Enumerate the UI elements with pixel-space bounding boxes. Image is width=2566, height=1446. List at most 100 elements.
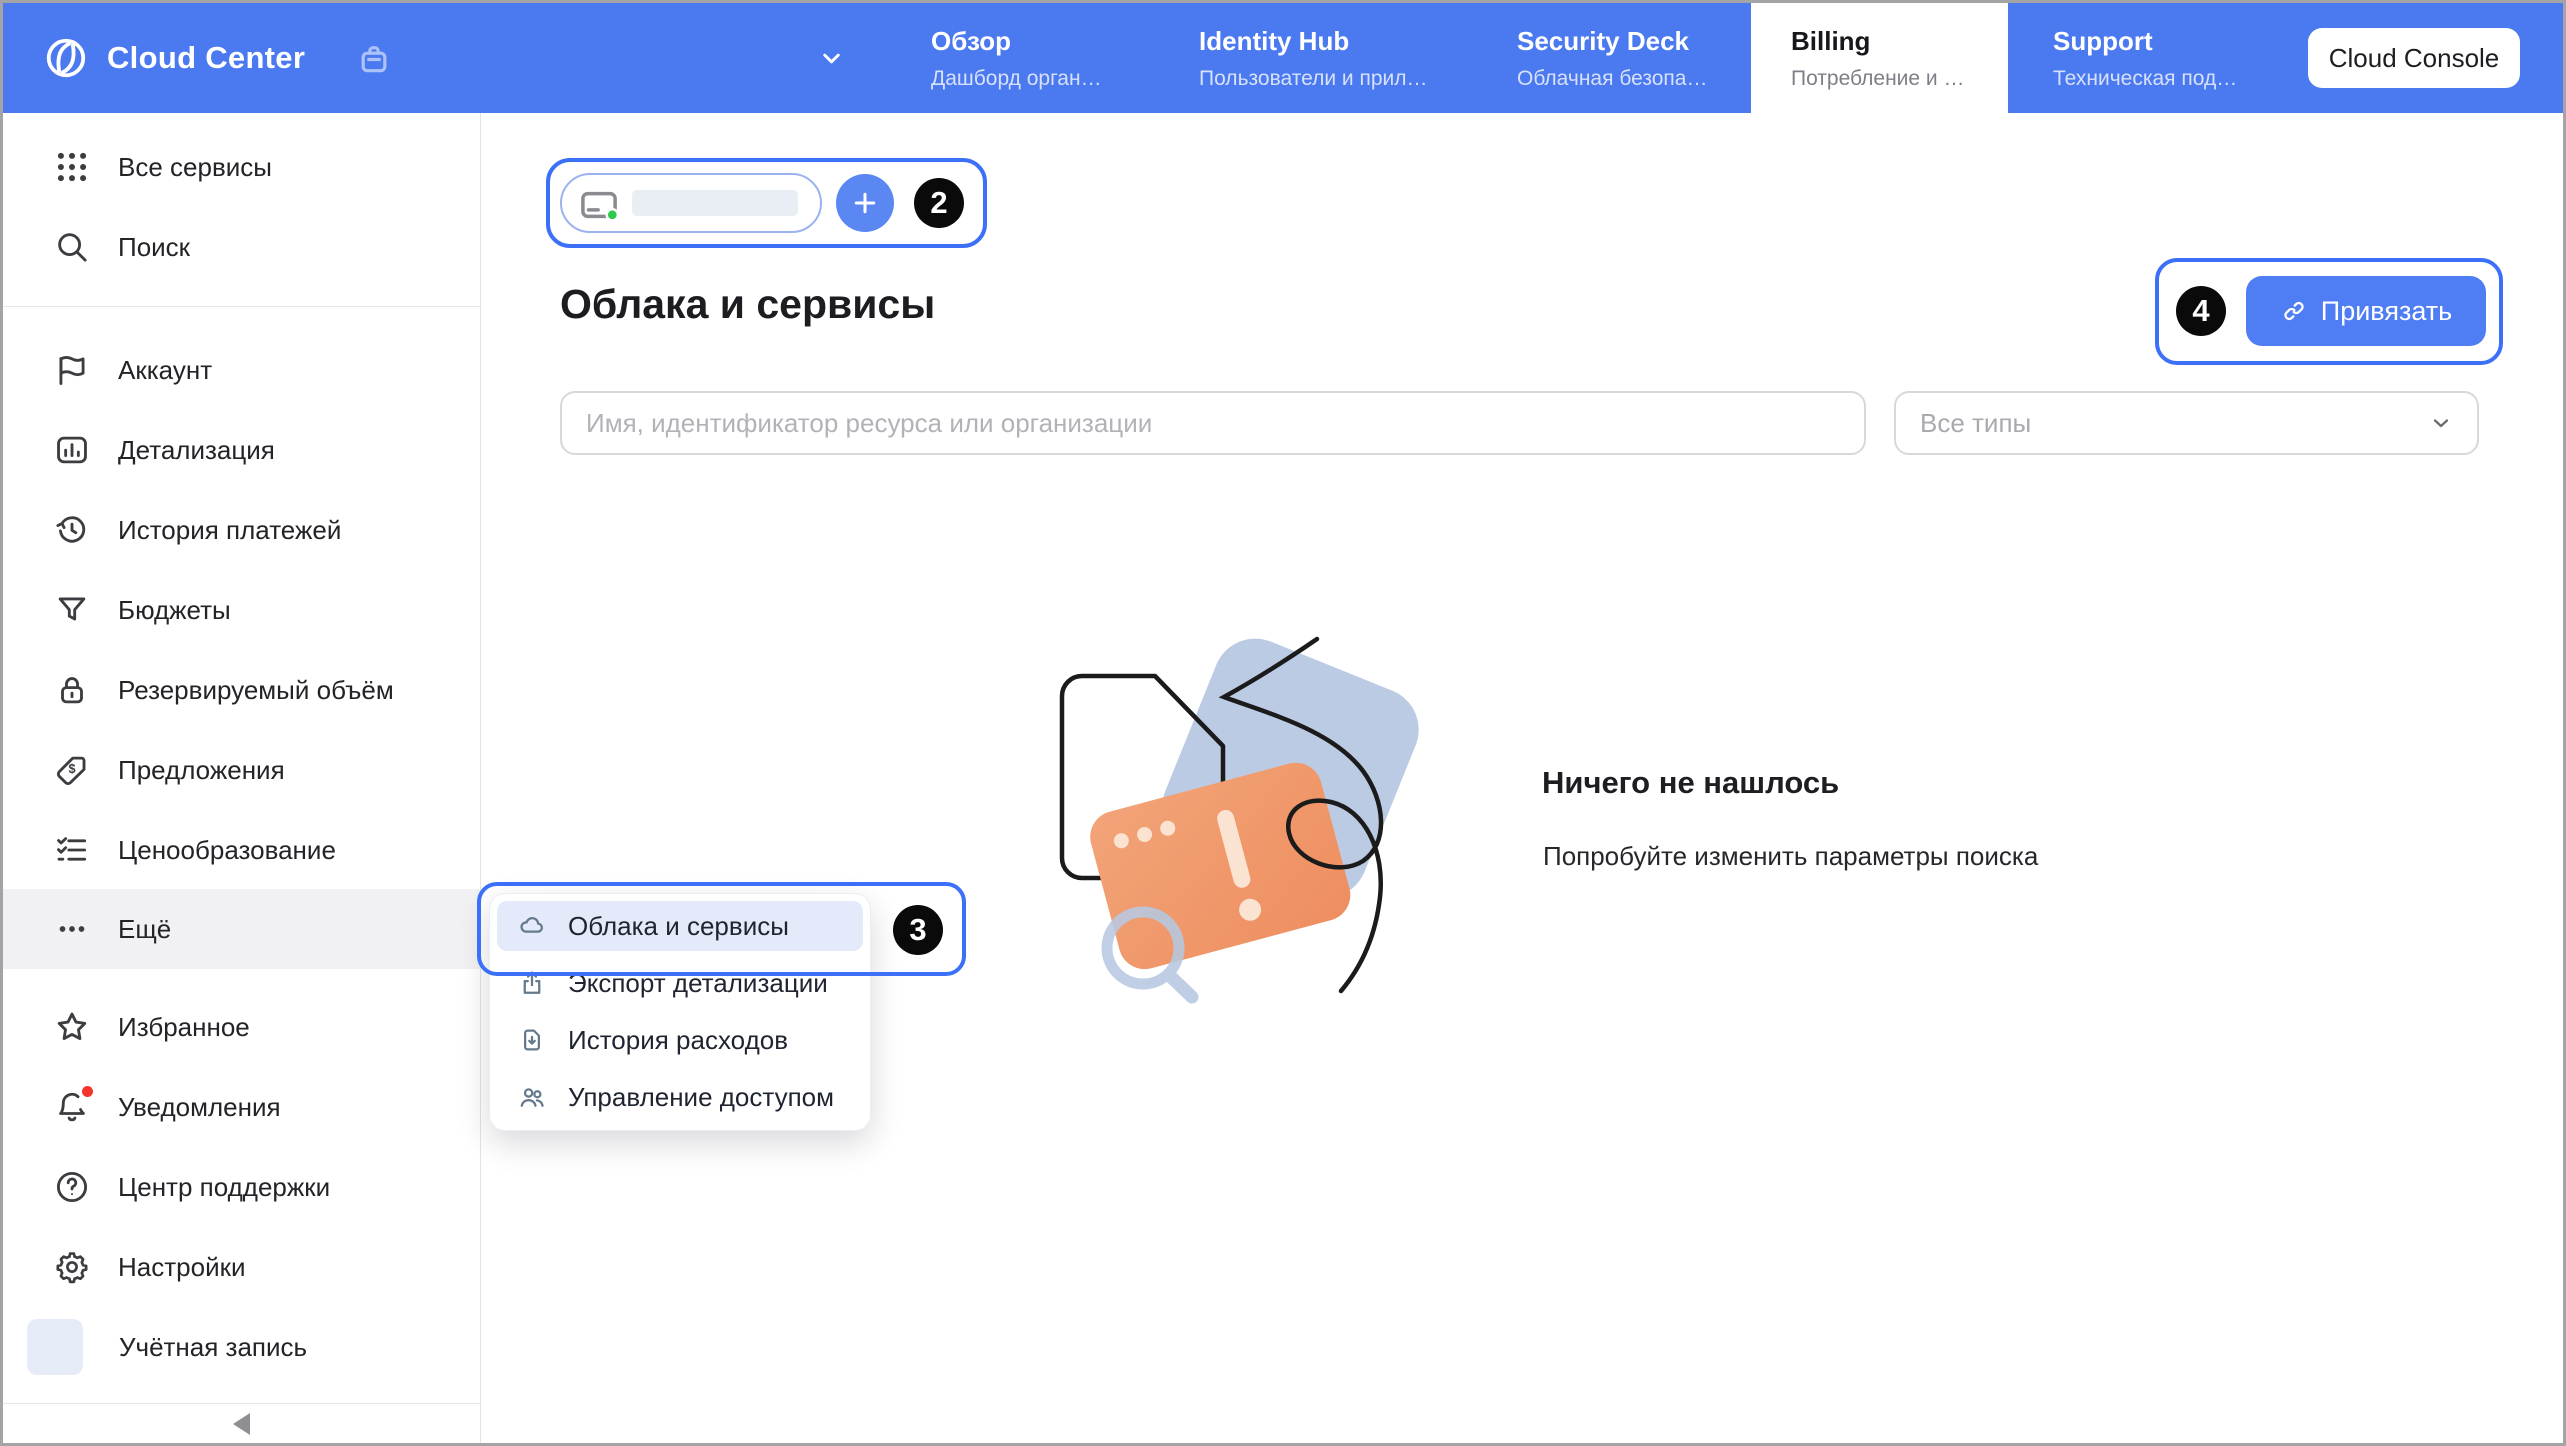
sidebar-item-label: Ценообразование [118, 835, 336, 866]
menu-item-access-management[interactable]: Управление доступом [497, 1072, 863, 1122]
checklist-icon [53, 831, 91, 869]
sidebar-item-label: Учётная запись [119, 1332, 307, 1363]
top-navigation-bar: Cloud Center Обзор Дашборд орган… Identi… [3, 3, 2563, 113]
credit-card-icon [578, 184, 620, 222]
type-filter-select[interactable]: Все типы [1894, 391, 2479, 455]
sidebar-item-details[interactable]: Детализация [3, 410, 480, 490]
menu-item-label: История расходов [568, 1025, 788, 1056]
tab-label: Security Deck [1517, 26, 1751, 57]
collapse-sidebar-button[interactable] [3, 1405, 480, 1443]
sidebar-item-label: Поиск [118, 232, 190, 263]
tab-label: Identity Hub [1199, 26, 1489, 57]
tab-sublabel: Облачная безопа… [1517, 67, 1751, 91]
flag-icon [53, 351, 91, 389]
tab-identity-hub[interactable]: Identity Hub Пользователи и прил… [1171, 3, 1489, 113]
sidebar-item-reserved-volume[interactable]: Резервируемый объём [3, 650, 480, 730]
tab-sublabel: Техническая под… [2053, 67, 2308, 91]
tab-label: Обзор [931, 26, 1171, 57]
sidebar-item-notifications[interactable]: Уведомления [3, 1067, 480, 1147]
annotation-badge-4: 4 [2176, 286, 2226, 336]
briefcase-icon [354, 39, 394, 79]
history-clock-icon [53, 511, 91, 549]
search-icon [53, 228, 91, 266]
sidebar-item-budgets[interactable]: Бюджеты [3, 570, 480, 650]
chevron-down-icon [2429, 411, 2453, 435]
sidebar-item-more[interactable]: Ещё [3, 889, 480, 969]
star-icon [53, 1008, 91, 1046]
tab-label: Support [2053, 26, 2308, 57]
sidebar-item-pricing[interactable]: Ценообразование [3, 810, 480, 890]
ellipsis-icon [53, 910, 91, 948]
annotation-badge-2: 2 [914, 178, 964, 228]
sidebar-item-favorites[interactable]: Избранное [3, 987, 480, 1067]
tab-sublabel: Дашборд орган… [931, 67, 1171, 91]
sidebar-item-label: Ещё [118, 914, 171, 945]
sidebar-item-search[interactable]: Поиск [3, 207, 480, 287]
tab-security-deck[interactable]: Security Deck Облачная безопа… [1489, 3, 1751, 113]
tab-sublabel: Потребление и … [1791, 67, 2008, 91]
type-filter-value: Все типы [1920, 408, 2031, 439]
sidebar-item-label: Резервируемый объём [118, 675, 394, 706]
menu-item-label: Облака и сервисы [568, 911, 789, 942]
menu-item-spending-history[interactable]: История расходов [497, 1015, 863, 1065]
sidebar-item-label: Центр поддержки [118, 1172, 330, 1203]
tab-overview[interactable]: Обзор Дашборд орган… [903, 3, 1171, 113]
sidebar-item-label: Избранное [118, 1012, 250, 1043]
account-name-redacted [632, 190, 798, 216]
resource-search-input[interactable] [560, 391, 1866, 455]
document-download-icon [517, 1025, 547, 1055]
sidebar-item-support-center[interactable]: Центр поддержки [3, 1147, 480, 1227]
org-chevron-down-icon[interactable] [818, 45, 845, 72]
sidebar-item-label: Бюджеты [118, 595, 231, 626]
empty-state-illustration [1033, 603, 1453, 1043]
menu-item-label: Экспорт детализации [568, 968, 828, 999]
sidebar-divider [3, 306, 480, 307]
annotation-badge-3: 3 [893, 905, 943, 955]
sidebar-item-account-profile[interactable]: Учётная запись [3, 1307, 480, 1387]
billing-account-selector[interactable] [560, 173, 822, 233]
sidebar-item-label: Предложения [118, 755, 285, 786]
question-circle-icon [53, 1168, 91, 1206]
avatar [27, 1319, 83, 1375]
tab-label: Billing [1791, 26, 2008, 57]
empty-state-title: Ничего не нашлось [1542, 765, 1839, 801]
sidebar-item-settings[interactable]: Настройки [3, 1227, 480, 1307]
gear-icon [53, 1248, 91, 1286]
link-cloud-button[interactable]: Привязать [2246, 276, 2486, 346]
tab-support[interactable]: Support Техническая под… [2008, 3, 2308, 113]
tab-sublabel: Пользователи и прил… [1199, 67, 1489, 91]
sidebar-item-payment-history[interactable]: История платежей [3, 490, 480, 570]
brand-name: Cloud Center [107, 3, 305, 113]
grid-icon [53, 148, 91, 186]
lock-icon [53, 671, 91, 709]
cloud-icon [517, 911, 547, 941]
sidebar-item-label: Аккаунт [118, 355, 212, 386]
sidebar-item-label: Все сервисы [118, 152, 272, 183]
sidebar-item-all-services[interactable]: Все сервисы [3, 127, 480, 207]
cloud-console-button[interactable]: Cloud Console [2308, 28, 2520, 88]
menu-item-clouds-and-services[interactable]: Облака и сервисы [497, 901, 863, 951]
users-icon [517, 1082, 547, 1112]
price-tag-icon: $ [53, 751, 91, 789]
bell-icon [53, 1088, 91, 1126]
sidebar-item-label: История платежей [118, 515, 341, 546]
add-billing-account-button[interactable] [836, 174, 894, 232]
sidebar-item-offers[interactable]: $ Предложения [3, 730, 480, 810]
menu-item-export-details[interactable]: Экспорт детализации [497, 958, 863, 1008]
page-title: Облака и сервисы [560, 281, 935, 328]
cloud-center-window: Cloud Center Обзор Дашборд орган… Identi… [0, 0, 2566, 1446]
sidebar-item-label: Уведомления [118, 1092, 281, 1123]
sidebar-item-label: Настройки [118, 1252, 246, 1283]
export-icon [517, 968, 547, 998]
empty-state-subtitle: Попробуйте изменить параметры поиска [1543, 841, 2038, 872]
cloud-logo-icon [43, 35, 89, 81]
menu-item-label: Управление доступом [568, 1082, 834, 1113]
sidebar-item-label: Детализация [118, 435, 275, 466]
svg-text:$: $ [68, 762, 75, 776]
collapse-arrow-icon [233, 1413, 250, 1435]
tab-billing[interactable]: Billing Потребление и … [1751, 3, 2008, 113]
sidebar-item-account[interactable]: Аккаунт [3, 330, 480, 410]
funnel-icon [53, 591, 91, 629]
notification-dot [82, 1086, 93, 1097]
link-button-label: Привязать [2321, 296, 2452, 327]
